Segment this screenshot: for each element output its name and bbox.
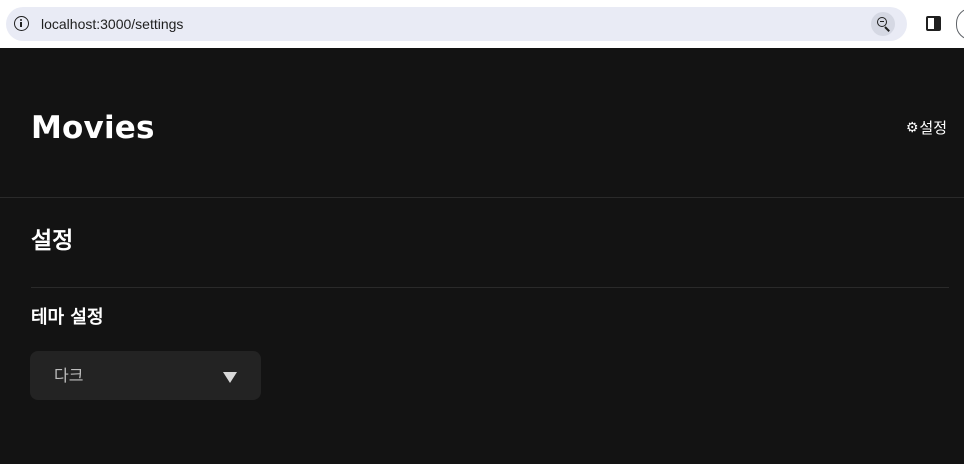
browser-toolbar: localhost:3000/settings [0,0,964,48]
theme-select[interactable]: 다크 [30,351,261,400]
page-title: 설정 [31,228,74,254]
side-panel-icon[interactable] [926,16,941,31]
theme-section-heading: 테마 설정 [31,307,104,328]
settings-nav-link[interactable]: ⚙ 설정 [906,118,947,138]
theme-select-value: 다크 [54,366,84,385]
info-icon[interactable] [14,16,29,31]
app-title[interactable]: Movies [31,109,155,147]
gear-icon: ⚙ [905,120,919,136]
zoom-icon[interactable] [871,12,895,36]
app-root: Movies ⚙ 설정 설정 테마 설정 다크 [0,48,964,464]
profile-icon[interactable] [956,8,964,40]
chevron-down-icon [223,372,237,383]
settings-nav-label: 설정 [919,119,947,137]
section-divider [31,287,949,288]
app-header: Movies ⚙ 설정 [0,48,964,198]
magnifier-handle [884,26,890,32]
url-text[interactable]: localhost:3000/settings [41,15,183,33]
browser-tab-strip [0,0,964,6]
